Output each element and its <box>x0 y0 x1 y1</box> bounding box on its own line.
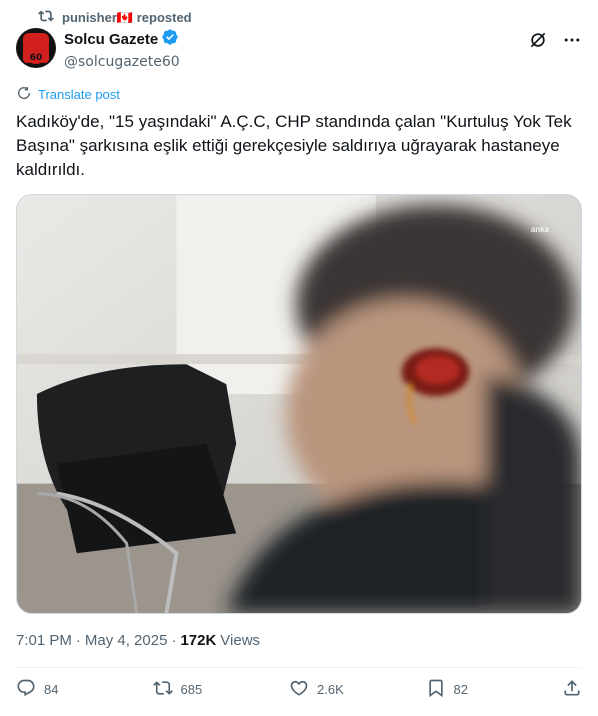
post-photo <box>17 195 581 613</box>
post-time[interactable]: 7:01 PM <box>16 632 72 649</box>
divider <box>16 667 582 668</box>
meta-separator-2: · <box>171 632 177 649</box>
bookmark-button[interactable]: 82 <box>426 678 556 701</box>
translate-post-button[interactable]: Translate post <box>16 85 120 104</box>
translate-icon <box>16 85 32 104</box>
translate-label[interactable]: Translate post <box>38 87 120 102</box>
bookmark-count: 82 <box>453 682 468 697</box>
repost-icon <box>38 8 54 27</box>
grok-icon[interactable] <box>528 30 548 55</box>
action-bar: 84 685 2.6K 82 <box>16 678 582 701</box>
reply-icon <box>16 678 36 701</box>
meta-separator: · <box>75 632 81 649</box>
post-meta: 7:01 PM · May 4, 2025 · 172K Views <box>16 632 260 649</box>
author-name-row[interactable]: Solcu Gazete <box>64 28 180 52</box>
author-handle[interactable]: @solcugazete60 <box>64 52 180 72</box>
share-icon <box>562 678 582 701</box>
verified-badge-icon <box>161 28 179 52</box>
reply-count: 84 <box>44 682 59 697</box>
share-button[interactable] <box>562 678 582 701</box>
views-count[interactable]: 172K <box>180 632 216 649</box>
author-block[interactable]: Solcu Gazete @solcugazete60 <box>64 28 180 72</box>
like-count: 2.6K <box>317 682 344 697</box>
reply-button[interactable]: 84 <box>16 678 146 701</box>
avatar-logo <box>23 33 49 64</box>
author-display-name[interactable]: Solcu Gazete <box>64 30 158 50</box>
avatar[interactable] <box>16 28 56 68</box>
bookmark-icon <box>426 678 446 701</box>
retweet-button[interactable]: 685 <box>152 678 283 701</box>
repost-user-name[interactable]: punisher🇨🇦 <box>62 10 133 25</box>
retweet-icon <box>152 678 173 701</box>
retweet-count: 685 <box>180 682 203 697</box>
repost-label: reposted <box>136 9 192 25</box>
post-date[interactable]: May 4, 2025 <box>85 632 168 649</box>
like-icon <box>289 678 309 701</box>
image-watermark: anka <box>530 225 549 234</box>
like-button[interactable]: 2.6K <box>289 678 419 701</box>
repost-header[interactable]: punisher🇨🇦 reposted <box>38 8 192 27</box>
top-actions <box>528 30 582 55</box>
views-label: Views <box>220 632 261 649</box>
post-image[interactable]: anka <box>16 194 582 614</box>
repost-user[interactable]: punisher🇨🇦 reposted <box>62 10 192 26</box>
more-icon[interactable] <box>562 30 582 55</box>
post-text: Kadıköy'de, "15 yaşındaki" A.Ç.C, CHP st… <box>16 112 572 179</box>
